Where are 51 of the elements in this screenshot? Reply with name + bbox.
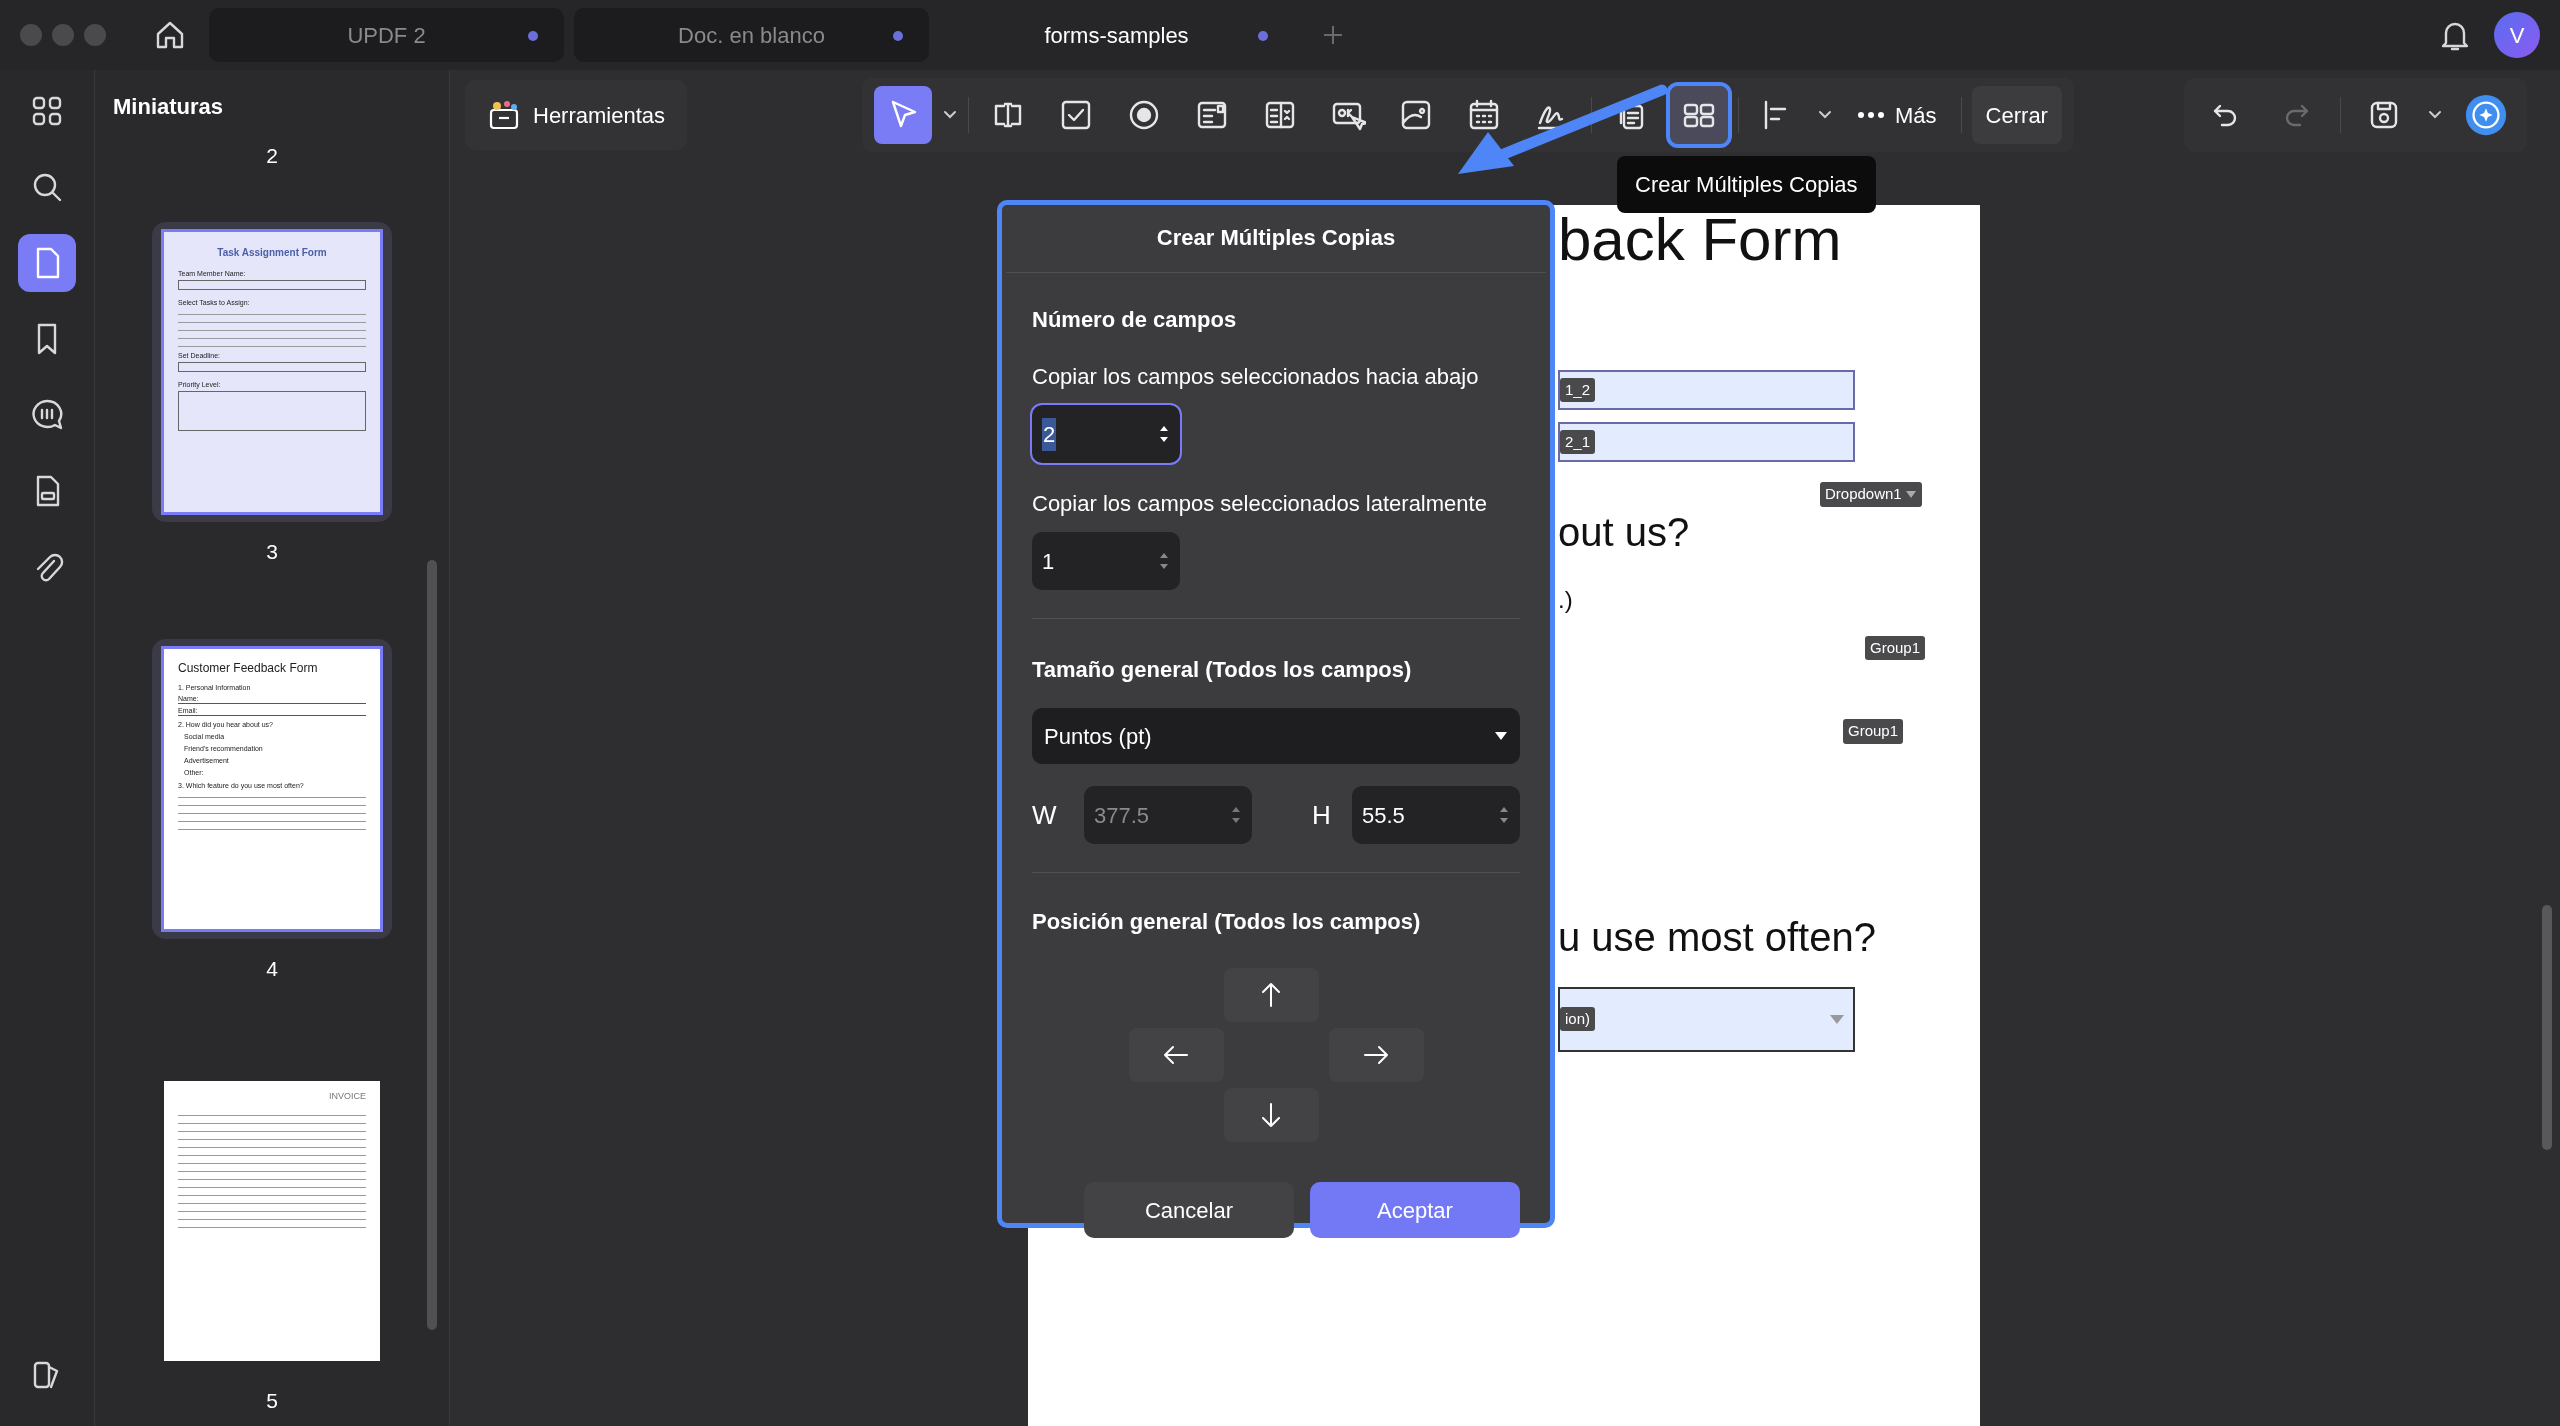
section-heading: Tamaño general (Todos los campos)	[1032, 656, 1413, 684]
field-name-tag: 2_1	[1560, 429, 1596, 455]
more-button[interactable]: Más	[1843, 86, 1951, 144]
dimension-label: H	[1312, 798, 1332, 832]
document-tab[interactable]: UPDF 2	[209, 8, 564, 62]
question-text: u use most often?	[1558, 913, 1877, 961]
tools-button[interactable]: Herramientas	[465, 80, 688, 150]
form-field[interactable]: 1_2	[1558, 370, 1855, 410]
scrollbar-thumb[interactable]	[2542, 905, 2552, 1150]
scrollbar-thumb[interactable]	[427, 560, 437, 1330]
dots-icon	[1857, 111, 1886, 119]
unit-dropdown[interactable]: Puntos (pt)	[1032, 708, 1520, 764]
number-field[interactable]: 1	[1032, 532, 1180, 590]
question-text: out us?	[1558, 508, 1691, 556]
page-number: 5	[265, 1387, 279, 1414]
tooltip: Crear Múltiples Copias	[1617, 156, 1876, 213]
dropdown-field[interactable]: ion)	[1558, 986, 1855, 1052]
thumbnail-text: INVOICE	[328, 1090, 366, 1103]
thumbnail-text: Customer Feedback Form	[178, 661, 319, 677]
number-field[interactable]: 55.5	[1352, 786, 1520, 844]
dimension-label: W	[1032, 798, 1058, 832]
dropdown-arrow-icon	[1904, 489, 1917, 500]
field-label: Copiar los campos seleccionados lateralmente	[1032, 490, 1488, 518]
document-tab[interactable]: Doc. en blanco	[574, 8, 929, 62]
page-number: 3	[265, 538, 279, 565]
dropdown-name-tag: Dropdown1	[1820, 482, 1922, 507]
dropdown-arrow-icon	[1829, 1013, 1845, 1025]
section-heading: Posición general (Todos los campos)	[1032, 908, 1422, 936]
group-name-tag: Group1	[1865, 635, 1926, 660]
close-button[interactable]: Cerrar	[1971, 86, 2062, 144]
thumbnail-text: Task Assignment Form	[216, 245, 328, 259]
page-number: 2	[265, 143, 279, 169]
section-heading: Número de campos	[1032, 306, 1238, 334]
option-text: .)	[1558, 584, 1574, 615]
field-name-tag: 1_2	[1560, 377, 1596, 403]
group-name-tag: Group1	[1843, 719, 1904, 744]
panel-title: Miniaturas	[112, 93, 225, 121]
accept-button[interactable]: Aceptar	[1310, 1182, 1520, 1238]
document-tab[interactable]: forms-samples	[939, 8, 1294, 62]
user-avatar[interactable]: V	[2494, 12, 2540, 58]
sidebar-tab[interactable]	[18, 234, 76, 292]
toolbar-button[interactable]	[874, 86, 933, 144]
dropdown-arrow-icon	[1494, 731, 1508, 741]
number-field[interactable]: 2	[1032, 405, 1180, 463]
field-name-tag: ion)	[1560, 1006, 1595, 1032]
cancel-button[interactable]: Cancelar	[1084, 1182, 1294, 1238]
form-field[interactable]: 2_1	[1558, 422, 1855, 462]
field-label: Copiar los campos seleccionados hacia abajo	[1032, 363, 1480, 391]
page-number: 4	[265, 956, 279, 982]
dialog-title: Crear Múltiples Copias	[1006, 205, 1546, 273]
toolbox-icon	[487, 98, 521, 132]
